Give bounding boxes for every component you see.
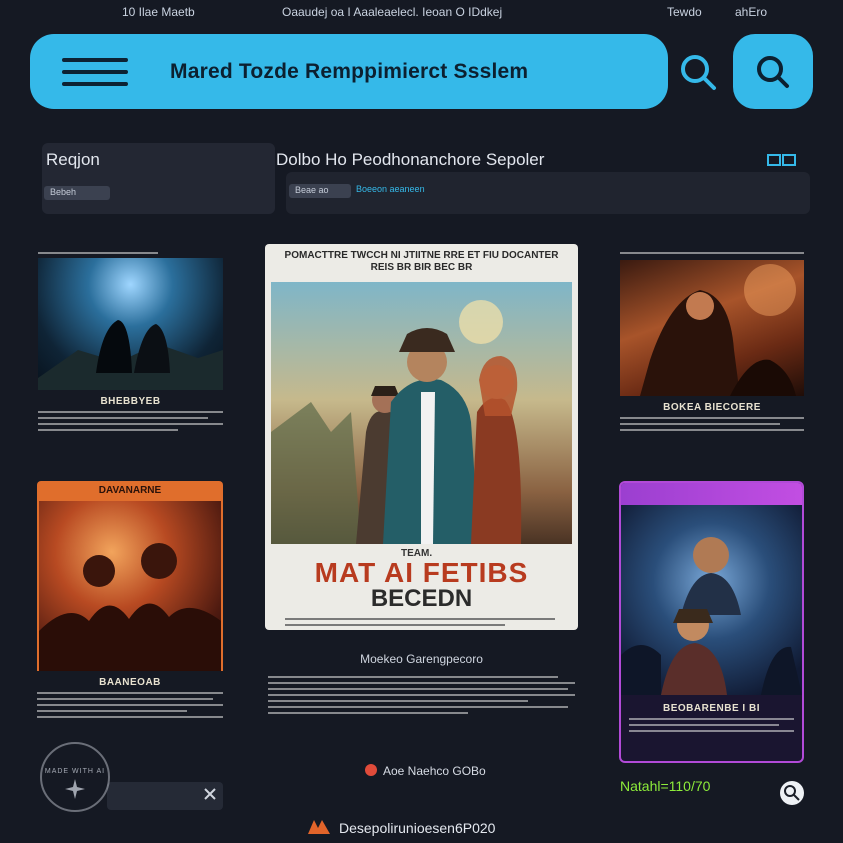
header-bar: Mared Tozde Remppimierct Ssslem (30, 34, 668, 109)
featured-headline-1: POMACTTRE TWCCH NI JTIITNE RRE ET FIU DO… (284, 250, 559, 261)
search-button[interactable] (733, 34, 813, 109)
featured-headline-2: REIS BR BIR BEC BR (370, 262, 473, 273)
footer-link[interactable]: Aoe Naehco GOBo (383, 764, 486, 778)
poster-image (620, 260, 804, 396)
sparkle-icon (65, 779, 85, 799)
poster-caption: BAANEOAB (99, 677, 161, 688)
poster-header-bar (621, 483, 802, 505)
brand-logo-icon (306, 818, 332, 836)
status-right-2: ahEro (735, 5, 768, 19)
status-center: Oaaudej oa I Aaaleaelecl. Ieoan O IDdkej (282, 5, 503, 19)
search-icon[interactable] (676, 50, 720, 94)
featured-poster-art (271, 282, 572, 544)
poster-card-1[interactable]: BHEBBYEB (38, 248, 223, 448)
status-left: 10 Ilae Maetb (122, 5, 195, 19)
section-chip[interactable]: Beae ao (289, 184, 351, 198)
zoom-icon[interactable] (780, 781, 804, 805)
poster-image (38, 258, 223, 390)
poster-image (37, 501, 223, 671)
poster-header: DAVANARNE (37, 481, 223, 501)
poster-caption: BEOBARENBE I BI (663, 703, 760, 714)
status-bar: 10 Ilae Maetb Oaaudej oa I Aaaleaelecl. … (0, 0, 843, 26)
poster-caption: BHEBBYEB (100, 396, 161, 407)
watermark-text: MADE WITH AI (44, 768, 106, 775)
search-button-icon (757, 55, 789, 88)
poster-card-3[interactable]: BOKEA BIECOERE (620, 248, 804, 458)
featured-title-2: BECEDN (370, 585, 473, 612)
section-chip-accent[interactable]: Boeeon aeaneen (356, 184, 425, 194)
featured-description-text (268, 672, 575, 718)
poster-image (621, 505, 802, 695)
featured-title-1: MAT AI FETIBS (314, 557, 529, 588)
ai-watermark: MADE WITH AI (40, 742, 110, 812)
poster-card-4[interactable]: DAVANARNE BAANEOAB (37, 481, 223, 751)
region-filter-chip[interactable]: Bebeh (44, 186, 110, 200)
close-icon[interactable] (202, 786, 218, 802)
view-toggle-icon[interactable] (767, 153, 797, 167)
region-filter-label: Reqjon (46, 150, 100, 169)
poster-card-5[interactable]: BEOBARENBE I BI (619, 481, 804, 763)
app-title: Mared Tozde Remppimierct Ssslem (170, 59, 529, 83)
section-title: Dolbo Ho Peodhonanchore Sepoler (276, 150, 545, 169)
featured-poster[interactable]: POMACTTRE TWCCH NI JTIITNE RRE ET FIU DO… (265, 244, 578, 630)
record-icon (365, 764, 377, 776)
count-label: Natahl=110/70 (620, 778, 711, 794)
featured-description-title: Moekeo Garengpecoro (360, 652, 483, 666)
poster-caption: BOKEA BIECOERE (663, 402, 761, 413)
menu-icon[interactable] (62, 55, 128, 89)
brand-line: Desepolirunioesen6P020 (339, 820, 496, 836)
status-right-1: Tewdo (667, 5, 702, 19)
